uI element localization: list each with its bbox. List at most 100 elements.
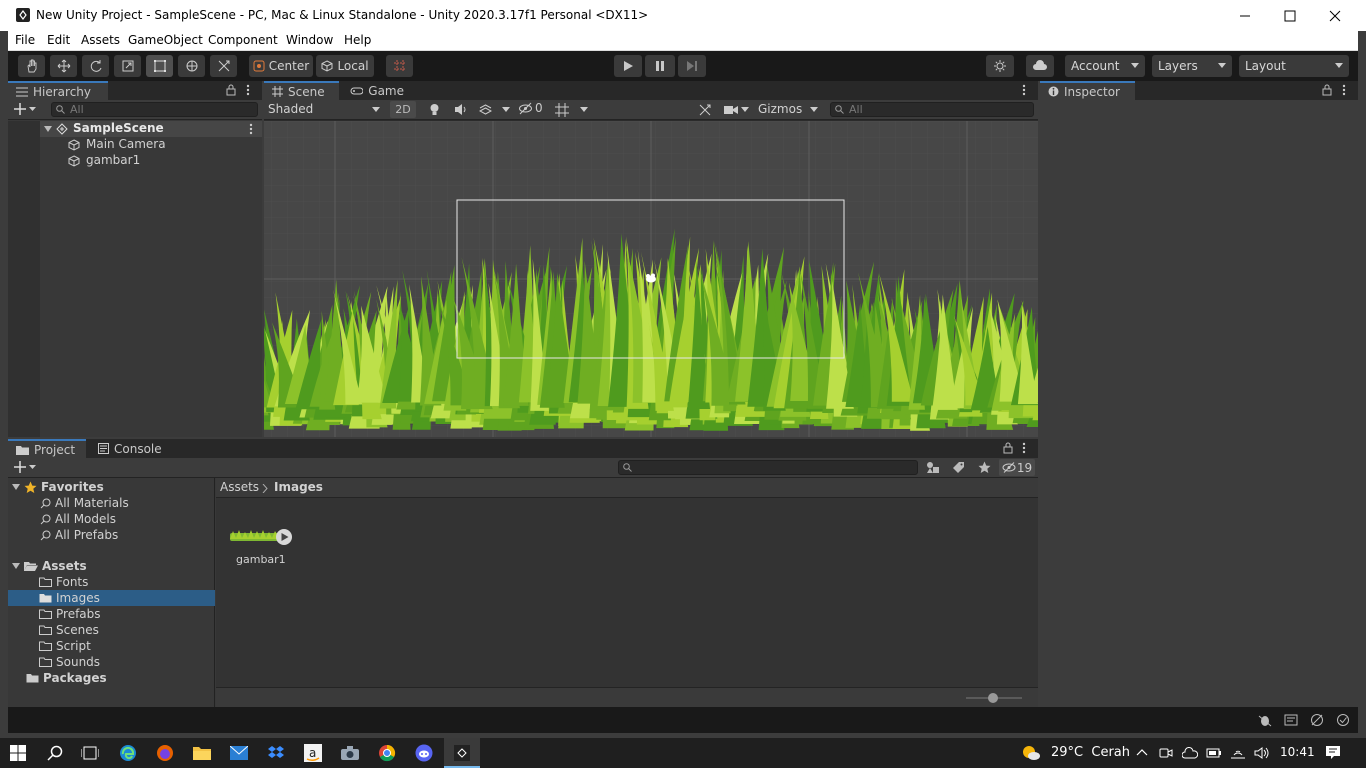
camera-icon[interactable] <box>724 104 738 115</box>
kebab-menu-icon[interactable] <box>1342 84 1346 96</box>
dropbox-icon[interactable] <box>264 741 288 765</box>
volume-icon[interactable] <box>1254 746 1270 760</box>
grid-snapping-icon[interactable] <box>386 55 413 77</box>
auto-generate-lighting-icon[interactable] <box>1310 713 1324 727</box>
chevron-down-icon[interactable] <box>741 107 749 112</box>
file-explorer-icon[interactable] <box>190 741 214 765</box>
clock-time[interactable]: 10:41 <box>1280 745 1315 759</box>
create-button[interactable] <box>14 103 36 115</box>
layers-dropdown[interactable]: Layers <box>1152 55 1232 77</box>
filter-by-type-icon[interactable] <box>926 461 940 474</box>
tab-scene[interactable]: Scene <box>264 81 339 100</box>
create-asset-button[interactable] <box>14 461 36 473</box>
pause-button[interactable] <box>645 55 675 77</box>
tree-favorite-item[interactable]: All Prefabs <box>40 527 118 543</box>
check-circle-icon[interactable] <box>1336 713 1350 727</box>
scene-search-input[interactable]: All <box>830 102 1034 117</box>
lock-icon[interactable] <box>1003 442 1013 454</box>
tab-inspector[interactable]: Inspector <box>1040 81 1135 100</box>
network-icon[interactable] <box>1230 746 1246 760</box>
menu-window[interactable]: Window <box>286 33 333 47</box>
step-button[interactable] <box>678 55 706 77</box>
menu-file[interactable]: File <box>15 33 35 47</box>
menu-gameobject[interactable]: GameObject <box>128 33 203 47</box>
account-dropdown[interactable]: Account <box>1065 55 1145 77</box>
services-icon[interactable] <box>986 55 1014 77</box>
lighting-toggle-icon[interactable] <box>428 103 441 116</box>
favorite-star-icon[interactable] <box>978 461 991 474</box>
scene-viewport[interactable] <box>264 121 1038 437</box>
tree-packages[interactable]: Packages <box>26 670 107 686</box>
task-view-icon[interactable] <box>78 741 102 765</box>
edge-browser-icon[interactable] <box>116 741 140 765</box>
tree-folder[interactable]: Fonts <box>39 574 88 590</box>
scene-row[interactable]: SampleScene <box>40 121 262 137</box>
layout-dropdown[interactable]: Layout <box>1239 55 1349 77</box>
lock-icon[interactable] <box>1322 84 1332 96</box>
amazon-icon[interactable]: a <box>301 741 325 765</box>
battery-icon[interactable] <box>1206 746 1222 760</box>
onedrive-icon[interactable] <box>1182 746 1198 760</box>
menu-assets[interactable]: Assets <box>81 33 120 47</box>
kebab-menu-icon[interactable] <box>1022 84 1026 96</box>
grid-toggle-icon[interactable] <box>555 103 569 117</box>
chevron-down-icon[interactable] <box>580 107 588 112</box>
meet-now-icon[interactable] <box>1159 746 1173 760</box>
hand-tool-icon[interactable] <box>18 55 45 77</box>
tree-favorite-item[interactable]: All Materials <box>40 495 129 511</box>
hidden-objects-toggle[interactable]: 0 <box>518 101 543 115</box>
progress-icon[interactable] <box>1284 713 1298 727</box>
chevron-up-icon[interactable] <box>1136 748 1148 756</box>
toggle-2d-button[interactable]: 2D <box>390 101 416 118</box>
audio-toggle-icon[interactable] <box>454 103 467 116</box>
camera-app-icon[interactable] <box>338 741 362 765</box>
minimize-button[interactable] <box>1222 0 1268 31</box>
tree-folder-selected[interactable]: Images <box>8 590 215 606</box>
tab-game[interactable]: Game <box>342 81 412 100</box>
shading-mode-dropdown[interactable]: Shaded <box>264 101 384 118</box>
asset-item[interactable]: gambar1 <box>230 526 300 576</box>
pivot-mode-button[interactable]: Center <box>249 55 313 77</box>
tab-console[interactable]: Console <box>90 439 170 458</box>
kebab-menu-icon[interactable] <box>1022 442 1026 454</box>
tree-favorites[interactable]: Favorites <box>12 479 104 495</box>
gizmos-dropdown[interactable]: Gizmos <box>754 101 822 118</box>
firefox-icon[interactable] <box>153 741 177 765</box>
play-button[interactable] <box>614 55 642 77</box>
maximize-button[interactable] <box>1267 0 1313 31</box>
rect-tool-icon[interactable] <box>146 55 173 77</box>
filter-by-label-icon[interactable] <box>952 461 965 474</box>
menu-edit[interactable]: Edit <box>47 33 70 47</box>
effects-toggle-icon[interactable] <box>479 103 492 116</box>
kebab-menu-icon[interactable] <box>249 123 253 135</box>
chevron-down-icon[interactable] <box>502 107 510 112</box>
windows-start-icon[interactable] <box>6 741 30 765</box>
close-button[interactable] <box>1312 0 1358 31</box>
chrome-icon[interactable] <box>375 741 399 765</box>
bug-icon[interactable] <box>1258 713 1272 727</box>
weather-partly-sunny-icon[interactable] <box>1021 744 1041 762</box>
tree-favorite-item[interactable]: All Models <box>40 511 116 527</box>
project-search-input[interactable] <box>618 460 918 475</box>
expand-arrow-icon[interactable] <box>44 126 52 132</box>
tree-folder[interactable]: Script <box>39 638 91 654</box>
kebab-menu-icon[interactable] <box>246 84 250 96</box>
tab-project[interactable]: Project <box>8 439 86 458</box>
transform-tool-icon[interactable] <box>178 55 205 77</box>
tree-folder[interactable]: Scenes <box>39 622 99 638</box>
rotate-tool-icon[interactable] <box>82 55 109 77</box>
tab-hierarchy[interactable]: Hierarchy <box>8 81 108 100</box>
mail-icon[interactable] <box>227 741 251 765</box>
menu-help[interactable]: Help <box>344 33 371 47</box>
discord-icon[interactable] <box>412 741 436 765</box>
hierarchy-search-input[interactable]: All <box>51 102 258 117</box>
search-icon[interactable] <box>43 741 67 765</box>
tools-icon[interactable] <box>698 103 712 117</box>
tree-folder[interactable]: Prefabs <box>39 606 101 622</box>
unity-taskbar-button[interactable] <box>444 738 480 768</box>
scale-tool-icon[interactable] <box>114 55 141 77</box>
hidden-packages-toggle[interactable]: 19 <box>999 459 1035 476</box>
lock-icon[interactable] <box>226 84 236 96</box>
notification-center-icon[interactable] <box>1325 745 1341 761</box>
breadcrumb-assets[interactable]: Assets <box>220 480 259 494</box>
